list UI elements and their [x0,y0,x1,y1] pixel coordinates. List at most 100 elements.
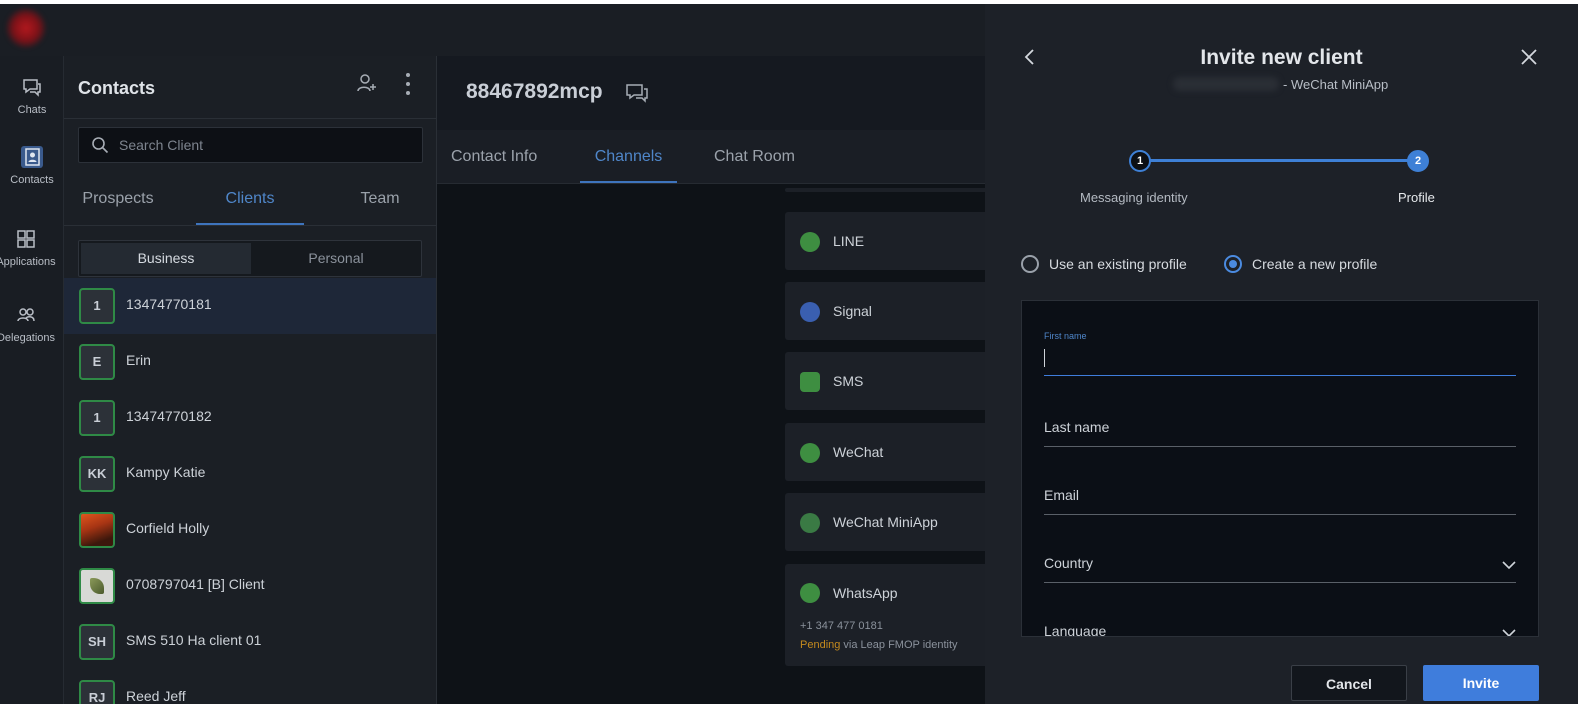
app-window: Chats Contacts Applications Delegations … [0,4,1578,704]
channel-line[interactable]: LINE [785,212,985,270]
search-box [78,127,423,163]
last-name-field[interactable]: Last name [1044,401,1516,447]
channel-sms[interactable]: SMS [785,352,985,410]
segment-personal[interactable]: Personal [251,243,421,274]
channel-status: Pending via Leap FMOP identity [800,639,958,651]
channel-card-partial [785,188,985,192]
channel-whatsapp[interactable]: WhatsApp +1 347 477 0181 Pending via Lea… [785,564,985,666]
sms-icon [800,372,820,392]
contact-name: Corfield Holly [126,520,210,536]
add-contact-icon[interactable] [356,72,378,94]
tab-chat-room[interactable]: Chat Room [714,130,795,183]
tab-clients[interactable]: Clients [196,172,304,225]
status-suffix: via Leap FMOP identity [840,639,958,651]
channel-wechat[interactable]: WeChat [785,423,985,481]
list-item[interactable]: KK Kampy Katie [64,446,436,502]
contacts-icon [21,146,43,168]
country-select[interactable]: Country [1044,537,1516,583]
language-label: Language [1044,623,1107,637]
avatar: 1 [79,288,115,324]
list-item[interactable]: 1 13474770182 [64,390,436,446]
client-list: 1 13474770181 E Erin 1 13474770182 KK Ka… [64,278,436,704]
email-label: Email [1044,487,1080,503]
avatar: KK [79,456,115,492]
close-icon[interactable] [1520,48,1538,66]
contact-title: 88467892mcp [466,80,603,103]
field-underline [1044,582,1516,583]
contact-detail-panel: 88467892mcp Contact Info Channels Chat R… [437,56,985,704]
wechat-icon [800,443,820,463]
rail-item-chats[interactable]: Chats [0,76,64,116]
contact-name: 13474770182 [126,408,212,424]
business-personal-toggle: Business Personal [78,240,422,277]
contacts-tabs: Prospects Clients Team [64,172,436,226]
tab-contact-info[interactable]: Contact Info [451,130,537,183]
list-item[interactable]: 1 13474770181 [64,278,436,334]
dialog-subtitle: - WeChat MiniApp [1173,77,1403,92]
invite-button[interactable]: Invite [1423,665,1539,701]
channel-name: WhatsApp [833,585,898,601]
channel-name: WeChat MiniApp [833,514,938,530]
chat-icon[interactable] [625,82,649,104]
first-name-label: First name [1044,331,1087,341]
field-underline [1044,375,1516,376]
contacts-panel: Contacts Prospects Clients Team Business… [64,56,437,704]
line-icon [800,232,820,252]
field-underline [1044,514,1516,515]
rail-item-contacts[interactable]: Contacts [0,146,64,186]
first-name-field[interactable]: First name [1044,325,1516,377]
email-field[interactable]: Email [1044,469,1516,515]
brand-logo[interactable] [6,8,46,48]
list-item[interactable]: SH SMS 510 Ha client 01 [64,614,436,670]
channel-name: Signal [833,303,872,319]
avatar: 1 [79,400,115,436]
contacts-title: Contacts [78,78,156,98]
avatar-image [79,568,115,604]
language-select[interactable]: Language [1044,605,1516,637]
top-bar [0,4,985,56]
segment-business[interactable]: Business [81,243,251,274]
chat-icon [23,79,41,97]
country-label: Country [1044,555,1094,571]
channel-name: SMS [833,373,864,389]
step-1-marker: 1 [1129,150,1151,172]
list-item[interactable]: 0708797041 [B] Client [64,558,436,614]
channel-name: LINE [833,233,865,249]
delegations-icon [17,308,35,322]
search-icon [92,137,109,154]
chevron-down-icon [1502,561,1516,570]
channel-signal[interactable]: Signal [785,282,985,340]
avatar-image [79,512,115,548]
leaf-icon [90,578,104,594]
redacted-name [1173,77,1279,91]
list-item[interactable]: E Erin [64,334,436,390]
applications-icon [17,230,35,248]
radio-circle-selected [1224,255,1242,273]
contact-name: 0708797041 [B] Client [126,576,265,592]
search-input[interactable] [119,128,409,162]
list-item[interactable]: Corfield Holly [64,502,436,558]
radio-label: Create a new profile [1252,256,1378,272]
contact-name: SMS 510 Ha client 01 [126,632,262,648]
rail-item-delegations[interactable]: Delegations [0,304,58,344]
dialog-title: Invite new client [1200,46,1363,69]
contact-name: Reed Jeff [126,688,186,704]
rail-item-applications[interactable]: Applications [0,228,58,268]
wechat-miniapp-icon [800,513,820,533]
channel-phone: +1 347 477 0181 [800,620,883,632]
detail-tabs: Contact Info Channels Chat Room [437,130,985,184]
cancel-button[interactable]: Cancel [1291,665,1407,701]
signal-icon [800,302,820,322]
list-item[interactable]: RJ Reed Jeff [64,670,436,704]
tab-prospects[interactable]: Prospects [70,172,166,225]
status-pending: Pending [800,639,841,651]
stepper-progress [1149,159,1417,162]
channel-list: LINE Signal SMS WeChat WeChat MiniApp Wh… [785,184,985,704]
tab-team[interactable]: Team [342,172,418,225]
more-options-icon[interactable] [404,72,412,96]
tab-channels[interactable]: Channels [580,130,677,183]
invite-dialog: Invite new client - WeChat MiniApp 1 2 M… [985,4,1578,704]
divider [64,118,436,119]
channel-wechat-miniapp[interactable]: WeChat MiniApp [785,493,985,551]
field-underline [1044,446,1516,447]
